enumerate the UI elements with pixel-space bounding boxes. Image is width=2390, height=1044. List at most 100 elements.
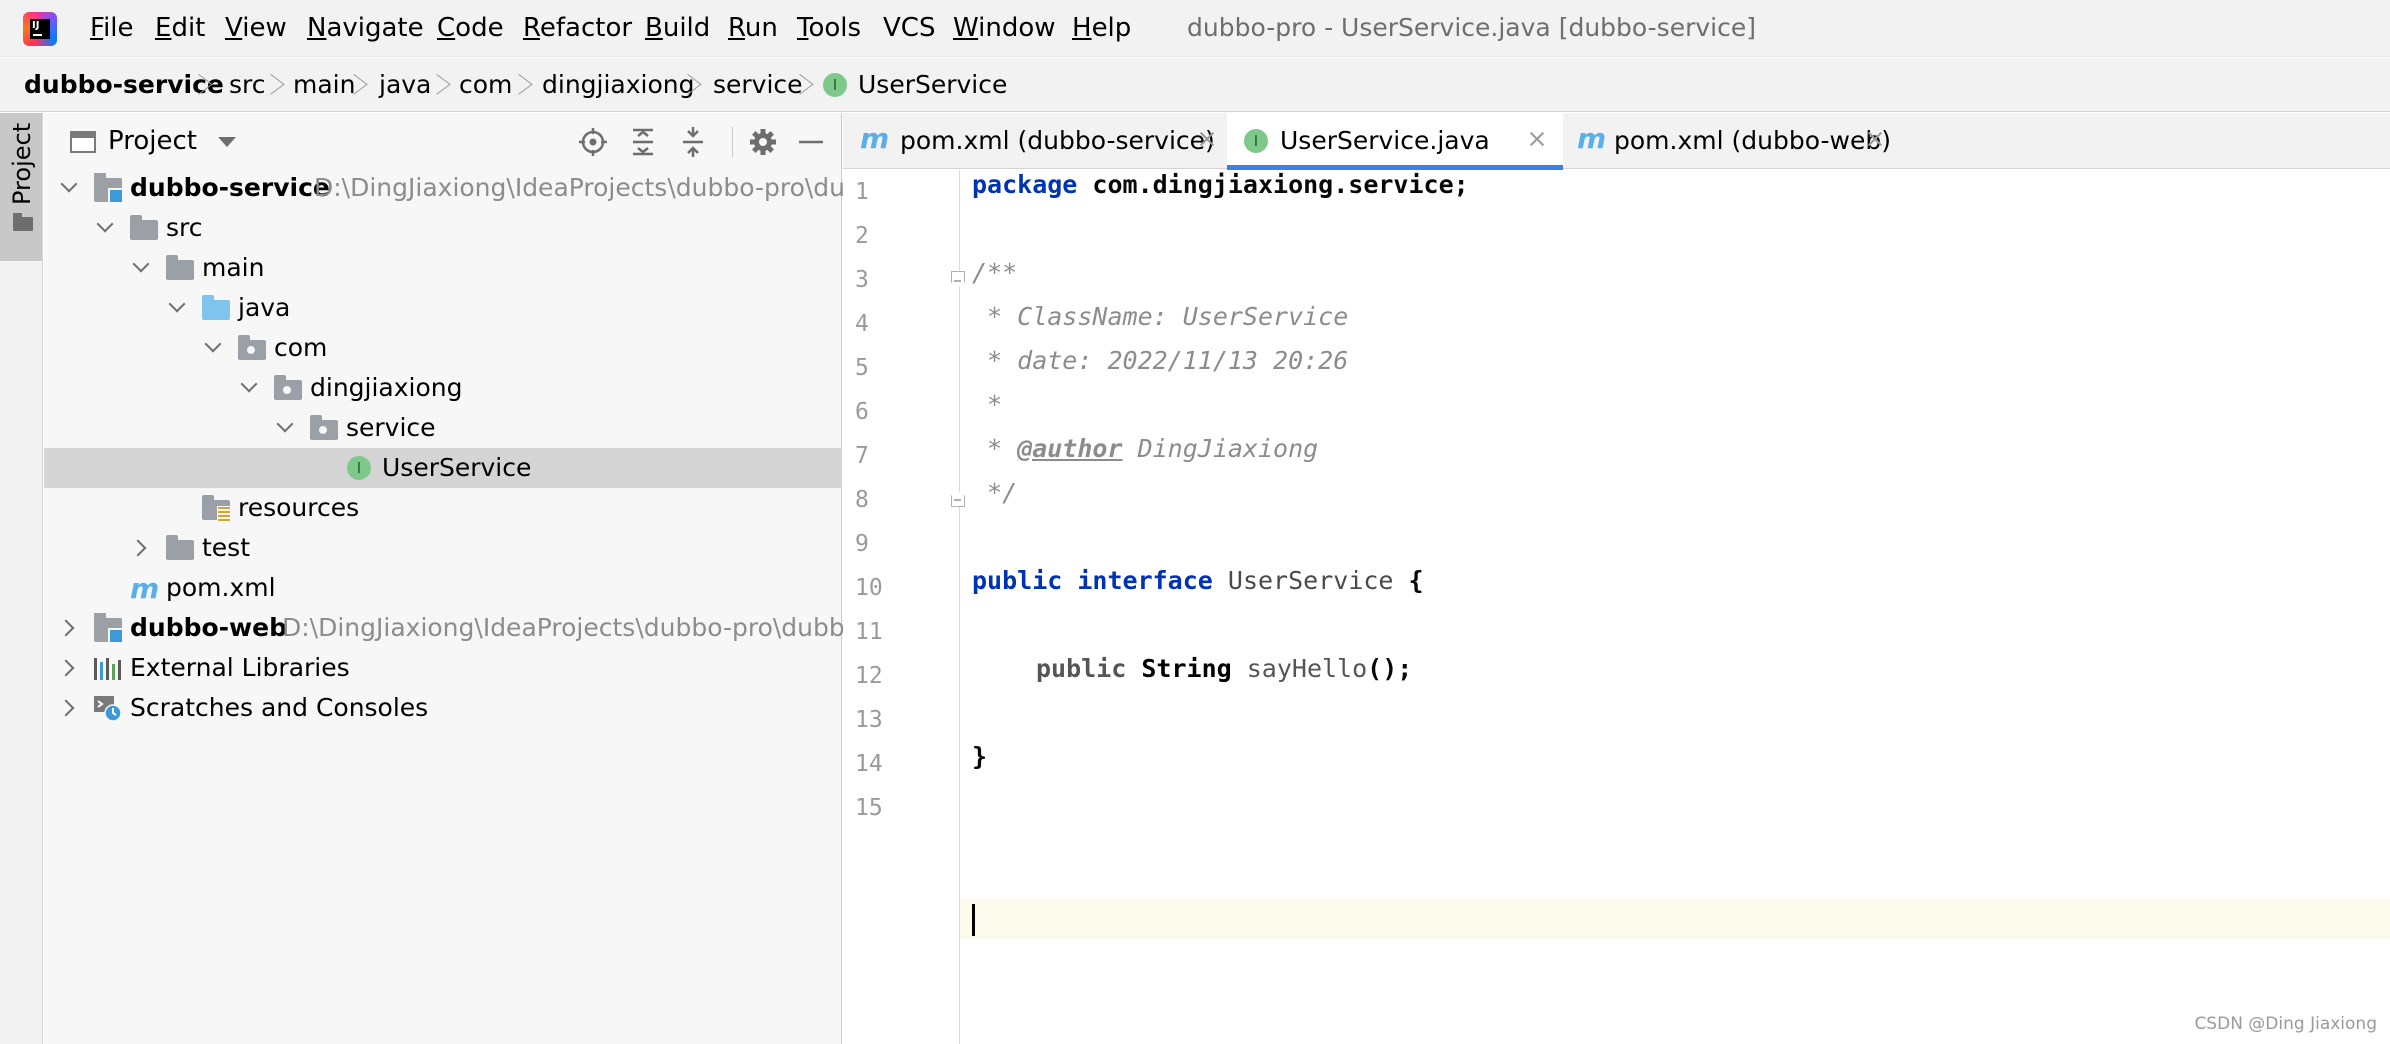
project-panel-header: Project xyxy=(44,113,842,168)
tree-item-dubbo-service[interactable]: dubbo-service D:\DingJiaxiong\IdeaProjec… xyxy=(44,168,991,208)
close-icon[interactable] xyxy=(1527,129,1547,149)
tree-item-external-libraries[interactable]: External Libraries xyxy=(44,648,842,688)
expand-all-icon[interactable] xyxy=(628,127,658,157)
project-tool-window-button[interactable]: Project xyxy=(0,113,42,261)
folder-icon xyxy=(166,535,194,560)
maven-icon: m xyxy=(130,572,160,605)
locate-icon[interactable] xyxy=(578,127,608,157)
menu-navigate[interactable]: Navigate xyxy=(307,12,424,44)
line-number: 6 xyxy=(855,399,869,425)
tree-item-pom-xml[interactable]: m pom.xml xyxy=(44,568,842,608)
tab-userservice-java[interactable]: I UserService.java xyxy=(1227,113,1563,170)
tree-item-dingjiaxiong[interactable]: dingjiaxiong xyxy=(44,368,842,408)
menu-window[interactable]: Window xyxy=(953,12,1056,44)
code-line-5: * date: 2022/11/13 20:26 xyxy=(972,346,1349,375)
breadcrumb-userservice[interactable]: UserService xyxy=(858,69,1007,101)
menu-refactor[interactable]: Refactor xyxy=(523,12,632,44)
tab-pom-dubbo-web[interactable]: m pom.xml (dubbo-web) xyxy=(1563,113,1903,169)
tree-item-src[interactable]: src xyxy=(44,208,842,248)
line-number: 11 xyxy=(855,619,883,645)
menu-view[interactable]: View xyxy=(225,12,287,44)
collapse-all-icon[interactable] xyxy=(678,127,708,157)
tree-item-test[interactable]: test xyxy=(44,528,842,568)
tab-label: pom.xml (dubbo-service) xyxy=(900,126,1215,155)
tree-item-com[interactable]: com xyxy=(44,328,842,368)
code-line-8: */ xyxy=(972,478,1018,507)
breadcrumb-separator-icon xyxy=(800,72,812,98)
line-number: 10 xyxy=(855,575,883,601)
tree-item-service[interactable]: service xyxy=(44,408,842,448)
folder-icon xyxy=(13,213,33,231)
project-panel-title[interactable]: Project xyxy=(108,125,197,157)
chevron-right-icon[interactable] xyxy=(61,620,77,636)
interface-icon: I xyxy=(347,456,371,480)
tree-item-label: service xyxy=(346,413,436,442)
header-divider xyxy=(732,127,733,157)
gear-icon[interactable] xyxy=(748,127,778,157)
tree-item-label: java xyxy=(238,293,291,322)
tree-item-label: Scratches and Consoles xyxy=(130,693,429,722)
tree-item-label: src xyxy=(166,213,203,242)
menu-run[interactable]: Run xyxy=(728,12,778,44)
chevron-down-icon[interactable] xyxy=(205,340,221,356)
editor-tabs: m pom.xml (dubbo-service) I UserService.… xyxy=(843,113,2390,170)
tree-item-label: pom.xml xyxy=(166,573,276,602)
tree-item-label: dingjiaxiong xyxy=(310,373,463,402)
menu-tools[interactable]: Tools xyxy=(797,12,861,44)
code-line-4: * ClassName: UserService xyxy=(972,302,1349,331)
tree-item-label: External Libraries xyxy=(130,653,350,682)
code-line-7: * @author DingJiaxiong xyxy=(972,434,1319,463)
stripe-project-label: Project xyxy=(8,122,36,205)
tree-item-dubbo-web[interactable]: dubbo-web D:\DingJiaxiong\IdeaProjects\d… xyxy=(44,608,921,648)
chevron-right-icon[interactable] xyxy=(61,660,77,676)
tree-item-label: test xyxy=(202,533,251,562)
line-number: 15 xyxy=(855,795,883,821)
chevron-down-icon[interactable] xyxy=(277,420,293,436)
menu-code[interactable]: Code xyxy=(437,12,504,44)
chevron-down-icon[interactable] xyxy=(61,180,77,196)
chevron-right-icon[interactable] xyxy=(61,700,77,716)
menu-build[interactable]: Build xyxy=(645,12,710,44)
chevron-down-icon[interactable] xyxy=(133,260,149,276)
tab-pom-dubbo-service[interactable]: m pom.xml (dubbo-service) xyxy=(843,113,1227,169)
tree-item-java[interactable]: java xyxy=(44,288,842,328)
breadcrumb: dubbo-service src main java com dingjiax… xyxy=(0,58,2390,112)
line-number: 13 xyxy=(855,707,883,733)
package-icon xyxy=(238,335,266,360)
chevron-down-icon[interactable] xyxy=(169,300,185,316)
intellij-idea-logo-icon: IJ xyxy=(23,12,57,46)
close-icon[interactable] xyxy=(1197,129,1217,149)
resources-folder-icon xyxy=(202,495,231,524)
line-number-gutter: 1 2 3 4 5 6 7 8 9 10 11 12 13 14 15 xyxy=(843,170,960,1044)
menu-edit[interactable]: Edit xyxy=(155,12,205,44)
maven-icon: m xyxy=(860,122,890,155)
source-root-folder-icon xyxy=(202,295,230,320)
breadcrumb-separator-icon xyxy=(437,72,449,98)
minimize-icon[interactable] xyxy=(796,127,826,157)
breadcrumb-com[interactable]: com xyxy=(459,69,512,101)
menu-help[interactable]: Help xyxy=(1072,12,1131,44)
tree-item-scratches-and-consoles[interactable]: Scratches and Consoles xyxy=(44,688,842,728)
tree-item-label: UserService xyxy=(382,453,532,482)
breadcrumb-dingjiaxiong[interactable]: dingjiaxiong xyxy=(542,69,695,101)
menu-vcs[interactable]: VCS xyxy=(883,12,935,44)
menu-file[interactable]: File xyxy=(90,12,134,44)
chevron-down-icon[interactable] xyxy=(241,380,257,396)
line-number: 8 xyxy=(855,487,869,513)
tree-item-userservice[interactable]: I UserService xyxy=(44,448,842,488)
menu-bar: IJ File Edit View Navigate Code Refactor… xyxy=(0,0,2390,57)
line-number: 14 xyxy=(855,751,883,777)
tree-item-resources[interactable]: resources xyxy=(44,488,842,528)
chevron-right-icon[interactable] xyxy=(133,540,149,556)
text-cursor xyxy=(972,904,975,936)
tree-item-path: D:\DingJiaxiong\IdeaProjects\dubbo-pro\d… xyxy=(282,613,922,642)
tree-item-label: com xyxy=(274,333,328,362)
interface-icon: I xyxy=(823,73,847,97)
maven-icon: m xyxy=(1577,122,1607,155)
close-icon[interactable] xyxy=(1865,129,1885,149)
project-view-icon xyxy=(70,131,96,153)
chevron-down-icon[interactable] xyxy=(97,220,113,236)
tree-item-main[interactable]: main xyxy=(44,248,842,288)
watermark: CSDN @Ding Jiaxiong xyxy=(2194,1014,2377,1034)
chevron-down-icon[interactable] xyxy=(218,137,236,147)
